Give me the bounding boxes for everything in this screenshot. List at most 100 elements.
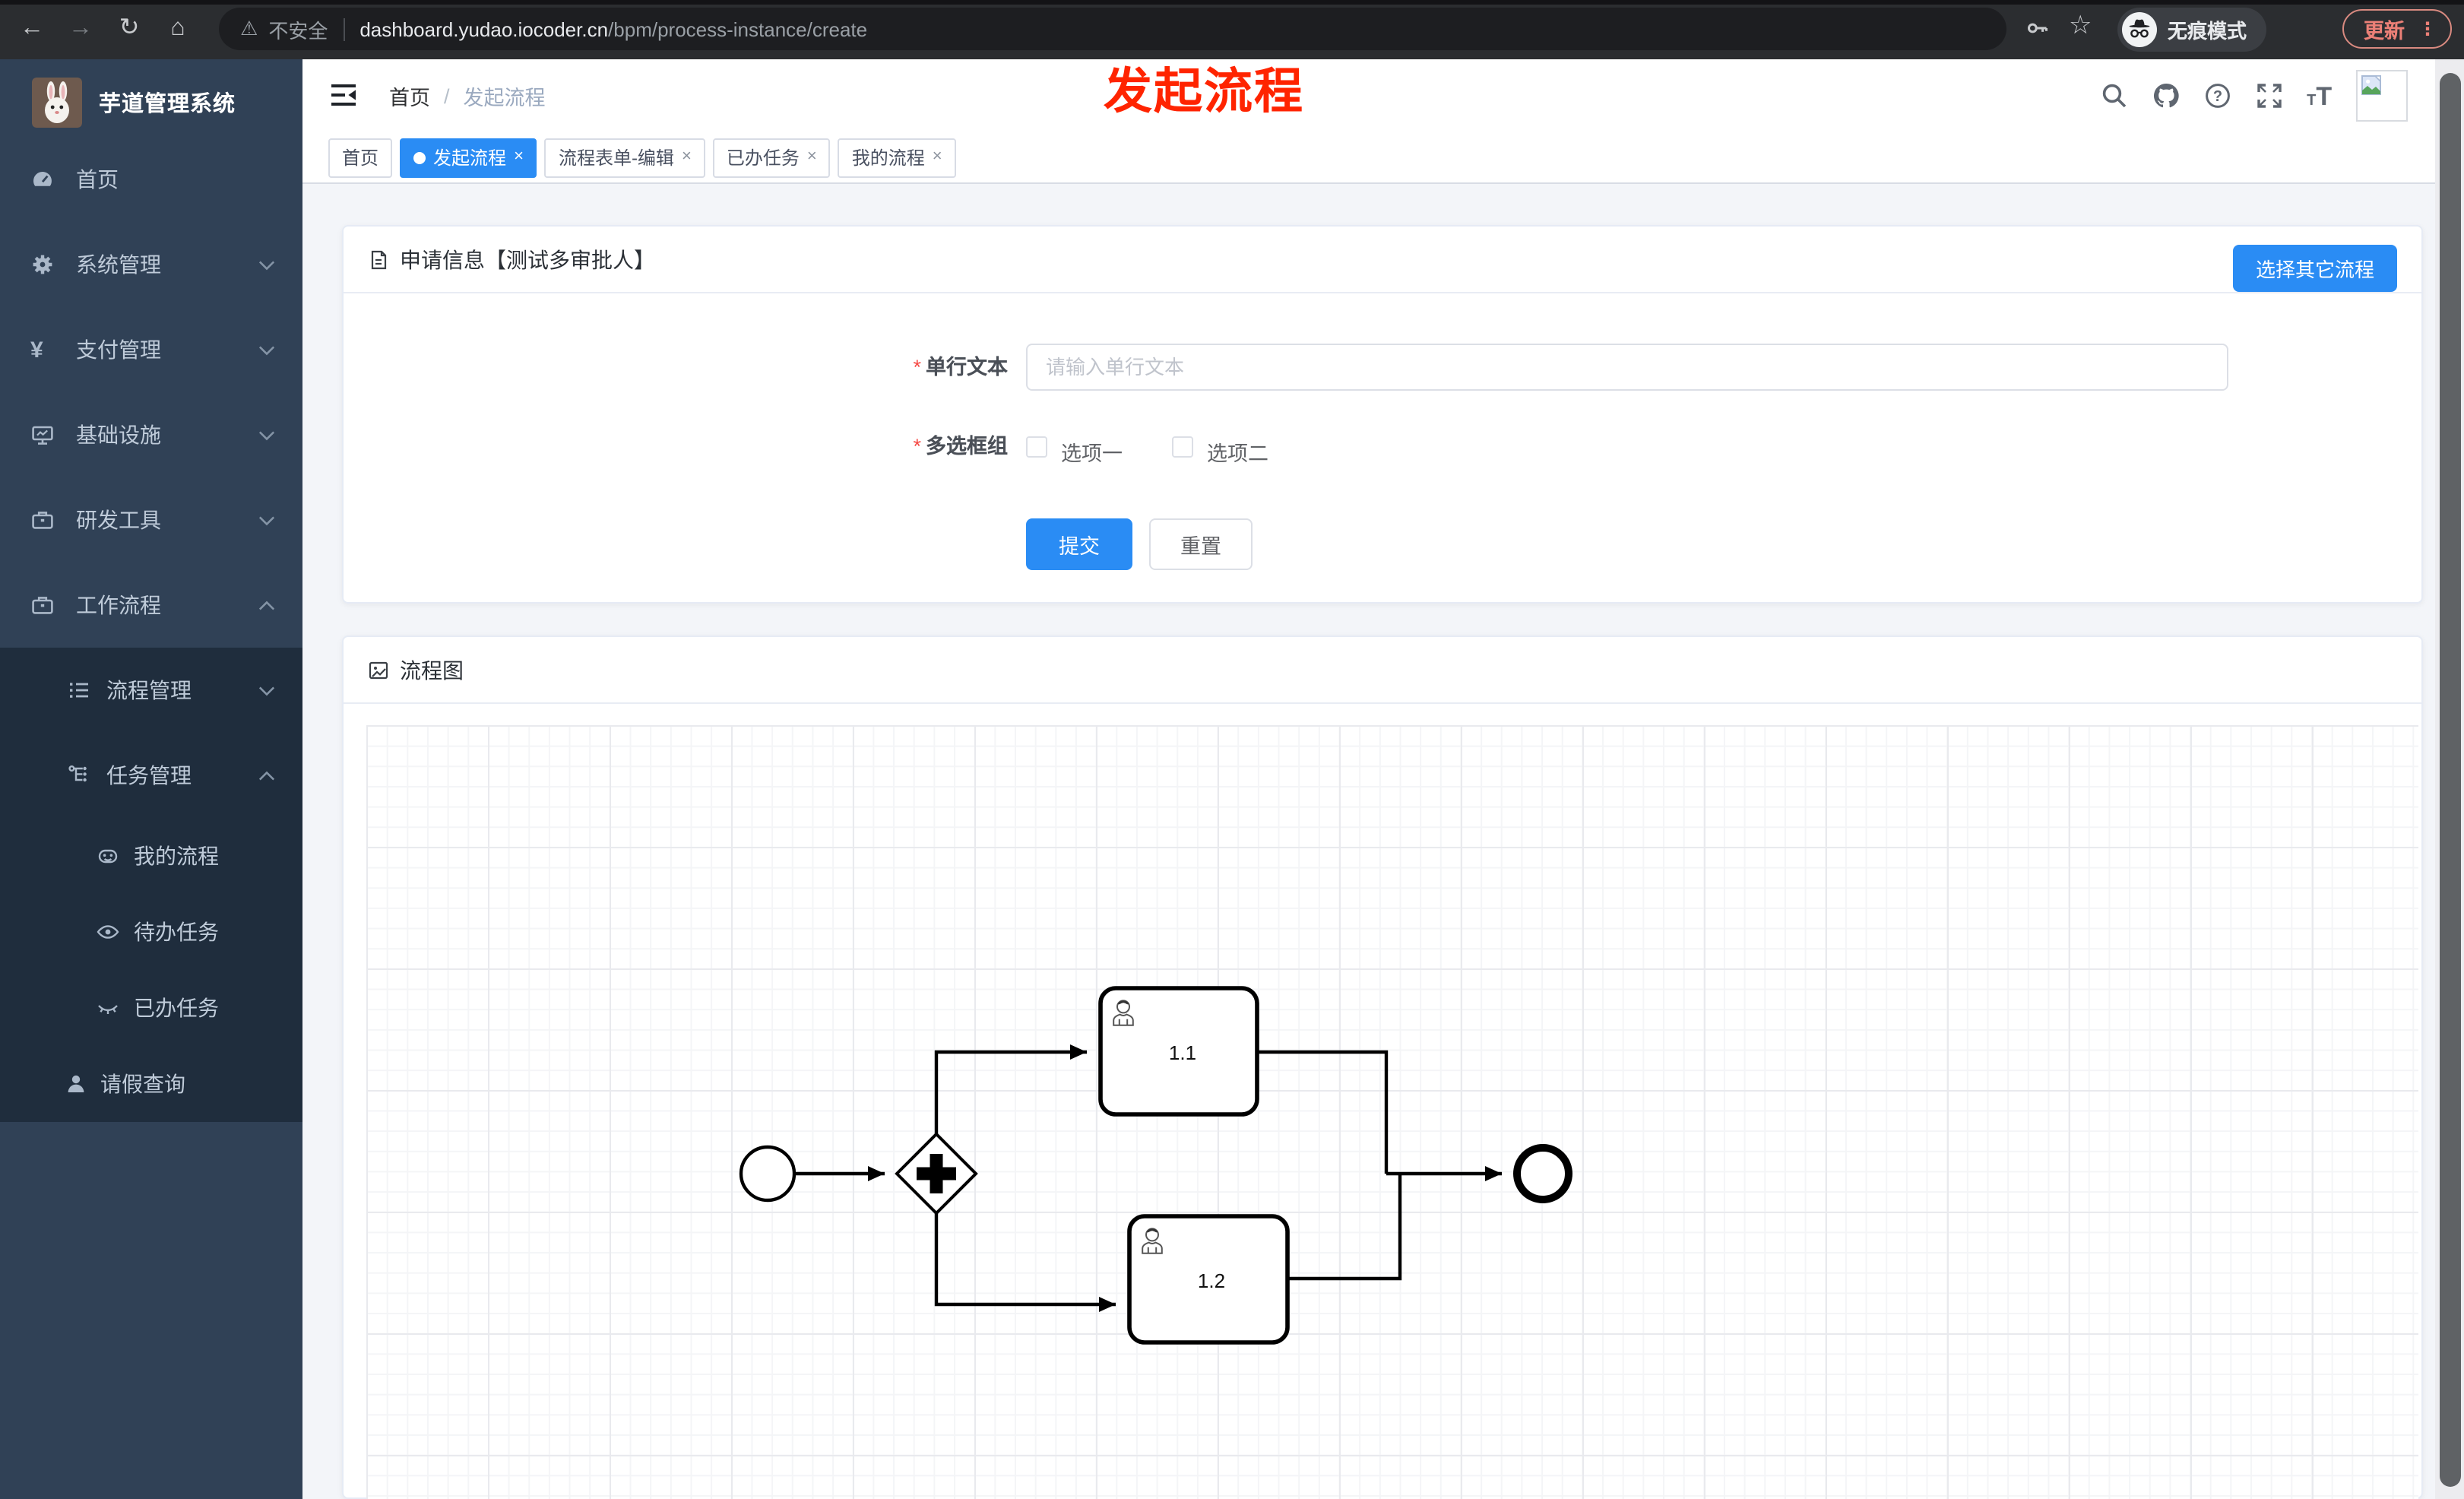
update-button[interactable]: 更新 ⋮ [2342, 9, 2452, 49]
close-icon[interactable]: × [933, 148, 942, 166]
chevron-down-icon [258, 429, 275, 440]
flow-gateway-to-task2 [934, 1210, 1116, 1312]
browser-reload-button[interactable]: ↻ [112, 11, 146, 47]
field-label-single-line-text: * 单行文本 [913, 356, 1008, 379]
close-icon[interactable]: × [514, 148, 524, 166]
browser-home-button[interactable]: ⌂ [161, 11, 195, 47]
briefcase-icon [30, 593, 55, 617]
scrollbar-track[interactable] [2435, 59, 2464, 1499]
process-diagram-card: 流程图 1.1 1.2 [342, 635, 2423, 1499]
bpmn-canvas: 1.1 1.2 [366, 725, 2418, 1499]
key-icon[interactable] [2025, 15, 2051, 41]
tag-tab-form-edit[interactable]: 流程表单-编辑 × [544, 138, 705, 177]
breadcrumb-home[interactable]: 首页 [389, 81, 430, 111]
close-icon[interactable]: × [682, 148, 692, 166]
toolbox-icon [30, 508, 55, 532]
tag-tab-home[interactable]: 首页 [328, 138, 393, 177]
apply-info-card: 申请信息【测试多审批人】 选择其它流程 *单行文本 *多选框组 选项一 选项二 … [342, 225, 2423, 604]
fullscreen-icon[interactable] [2255, 82, 2282, 109]
incognito-badge: 无痕模式 [2117, 8, 2267, 52]
address-bar[interactable]: ⚠ 不安全 dashboard.yudao.iocoder.cn/bpm/pro… [219, 8, 2006, 50]
required-mark: * [913, 435, 921, 458]
incognito-icon [2122, 12, 2157, 47]
sidebar-item-leave-query[interactable]: 请假查询 [0, 1046, 302, 1122]
help-icon[interactable]: ? [2203, 82, 2231, 109]
sidebar: 芋道管理系统 首页 系统管理 ¥ 支付管理 基础设施 研发工具 工作流程 流程管… [0, 59, 302, 1499]
app-logo: 芋道管理系统 [0, 59, 302, 144]
active-dot-icon [413, 151, 426, 163]
required-mark: * [913, 356, 921, 379]
single-line-text-input[interactable] [1026, 344, 2228, 391]
sidebar-item-system[interactable]: 系统管理 [0, 222, 302, 307]
checkbox-option-2[interactable] [1172, 436, 1193, 458]
browser-forward-button[interactable]: → [64, 11, 97, 47]
flow-task1-out [1257, 1050, 1389, 1174]
main-area: 首页 / 发起流程 ? TT ▼ 首页 发起流程× 流程表单-编辑× 已办任务×… [302, 59, 2464, 1499]
sidebar-item-done-tasks[interactable]: 已办任务 [0, 970, 302, 1046]
sidebar-item-payment[interactable]: ¥ 支付管理 [0, 307, 302, 392]
process-diagram-card-header: 流程图 [344, 637, 2421, 704]
monitor-icon [30, 423, 55, 447]
apply-info-title: 申请信息【测试多审批人】 [400, 247, 655, 271]
checkbox-option-1[interactable] [1026, 436, 1047, 458]
submit-button[interactable]: 提交 [1026, 518, 1132, 570]
browser-back-button[interactable]: ← [15, 11, 49, 47]
header-actions: ? TT ▼ [2100, 59, 2446, 132]
tag-tab-done-tasks[interactable]: 已办任务 × [712, 138, 831, 177]
chevron-down-icon [258, 515, 275, 525]
search-icon[interactable] [2100, 82, 2127, 109]
task-label: 1.1 [1169, 1041, 1196, 1064]
avatar[interactable] [2356, 70, 2409, 122]
breadcrumb-current: 发起流程 [463, 87, 546, 109]
sidebar-item-workflow[interactable]: 工作流程 [0, 563, 302, 648]
apply-info-card-header: 申请信息【测试多审批人】 [344, 227, 2421, 293]
github-icon[interactable] [2152, 82, 2179, 109]
process-diagram-title: 流程图 [400, 658, 464, 682]
robot-icon [96, 844, 120, 868]
checkbox-option-1-label[interactable]: 选项一 [1061, 436, 1123, 467]
bookmark-star-icon[interactable]: ☆ [2069, 11, 2092, 41]
checkbox-option-2-label[interactable]: 选项二 [1207, 436, 1268, 467]
browser-menu-icon[interactable]: ⋮ [2418, 18, 2437, 40]
tag-tab-start-process[interactable]: 发起流程 × [400, 138, 537, 177]
incognito-label: 无痕模式 [2168, 20, 2247, 43]
sidebar-item-my-processes[interactable]: 我的流程 [0, 818, 302, 894]
app-root: ← → ↻ ⌂ ⚠ 不安全 dashboard.yudao.iocoder.cn… [0, 0, 2464, 1499]
tab-strip-edge [0, 0, 2464, 5]
eye-closed-icon [96, 996, 120, 1020]
bpmn-diagram: 1.1 1.2 [739, 986, 1572, 1345]
bpmn-end-event [1513, 1144, 1572, 1203]
close-icon[interactable]: × [807, 148, 817, 166]
flow-gateway-to-task1 [934, 1044, 1087, 1137]
scrollbar-thumb[interactable] [2439, 73, 2460, 1487]
dashboard-icon [30, 167, 55, 192]
sidebar-item-infrastructure[interactable]: 基础设施 [0, 392, 302, 477]
svg-text:?: ? [2212, 88, 2222, 105]
chevron-down-icon [258, 259, 275, 270]
sidebar-item-todo-tasks[interactable]: 待办任务 [0, 894, 302, 970]
url-divider [343, 17, 345, 40]
chevron-up-icon [258, 770, 275, 781]
chevron-up-icon [258, 600, 275, 610]
sidebar-item-home[interactable]: 首页 [0, 137, 302, 222]
tree-icon [67, 763, 91, 788]
task-label: 1.2 [1198, 1269, 1225, 1292]
sidebar-item-task-management[interactable]: 任务管理 [0, 733, 302, 818]
sidebar-item-devtools[interactable]: 研发工具 [0, 477, 302, 563]
sidebar-collapse-icon[interactable] [330, 84, 357, 108]
field-label-checkbox-group: * 多选框组 [913, 435, 1008, 458]
flow-task2-out [1287, 1175, 1402, 1281]
workflow-submenu: 流程管理 任务管理 我的流程 待办任务 已办任务 请假查询 [0, 648, 302, 1122]
choose-other-process-button[interactable]: 选择其它流程 [2232, 245, 2397, 292]
tag-tab-my-processes[interactable]: 我的流程 × [838, 138, 956, 177]
tags-view-bar: 首页 发起流程 × 流程表单-编辑 × 已办任务 × 我的流程 × [302, 132, 2464, 184]
reset-button[interactable]: 重置 [1149, 518, 1253, 570]
yen-icon: ¥ [30, 338, 43, 363]
font-size-icon[interactable]: TT [2307, 83, 2332, 109]
gear-icon [30, 252, 55, 277]
document-icon [371, 249, 387, 269]
breadcrumb-separator: / [444, 84, 450, 107]
bpmn-start-event [739, 1145, 797, 1203]
sidebar-item-process-management[interactable]: 流程管理 [0, 648, 302, 733]
app-logo-image [32, 77, 82, 127]
